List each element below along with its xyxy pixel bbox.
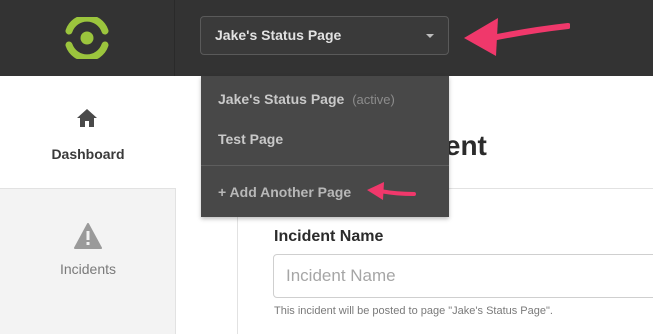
statuspage-logo-icon[interactable] — [64, 17, 110, 59]
top-bar: Jake's Status Page — [0, 0, 653, 76]
dropdown-divider — [201, 165, 449, 166]
page-selector[interactable]: Jake's Status Page — [200, 16, 449, 55]
incident-name-label: Incident Name — [274, 228, 384, 245]
annotation-arrow-icon — [367, 182, 416, 200]
dropdown-item-jakes-status-page[interactable]: Jake's Status Page (active) — [201, 79, 449, 119]
dropdown-item-label: Test Page — [218, 131, 284, 147]
dropdown-item-label: Jake's Status Page — [218, 91, 345, 107]
sidebar-item-incidents[interactable]: Incidents — [0, 188, 176, 334]
chevron-down-icon — [426, 34, 434, 38]
logo-cell — [0, 0, 175, 76]
warning-icon — [74, 223, 102, 249]
page-selector-label: Jake's Status Page — [215, 27, 342, 43]
sidebar-item-label: Dashboard — [51, 146, 125, 162]
incident-name-input[interactable] — [273, 254, 653, 298]
sidebar-item-label: Incidents — [59, 261, 117, 277]
active-tag: (active) — [352, 92, 395, 107]
home-icon — [77, 109, 97, 127]
annotation-arrow-icon — [464, 18, 570, 56]
sidebar-item-dashboard[interactable]: Dashboard — [0, 76, 176, 188]
dropdown-item-test-page[interactable]: Test Page — [201, 119, 449, 159]
incident-name-help: This incident will be posted to page "Ja… — [274, 305, 553, 317]
sidebar: Dashboard Incidents — [0, 76, 176, 334]
